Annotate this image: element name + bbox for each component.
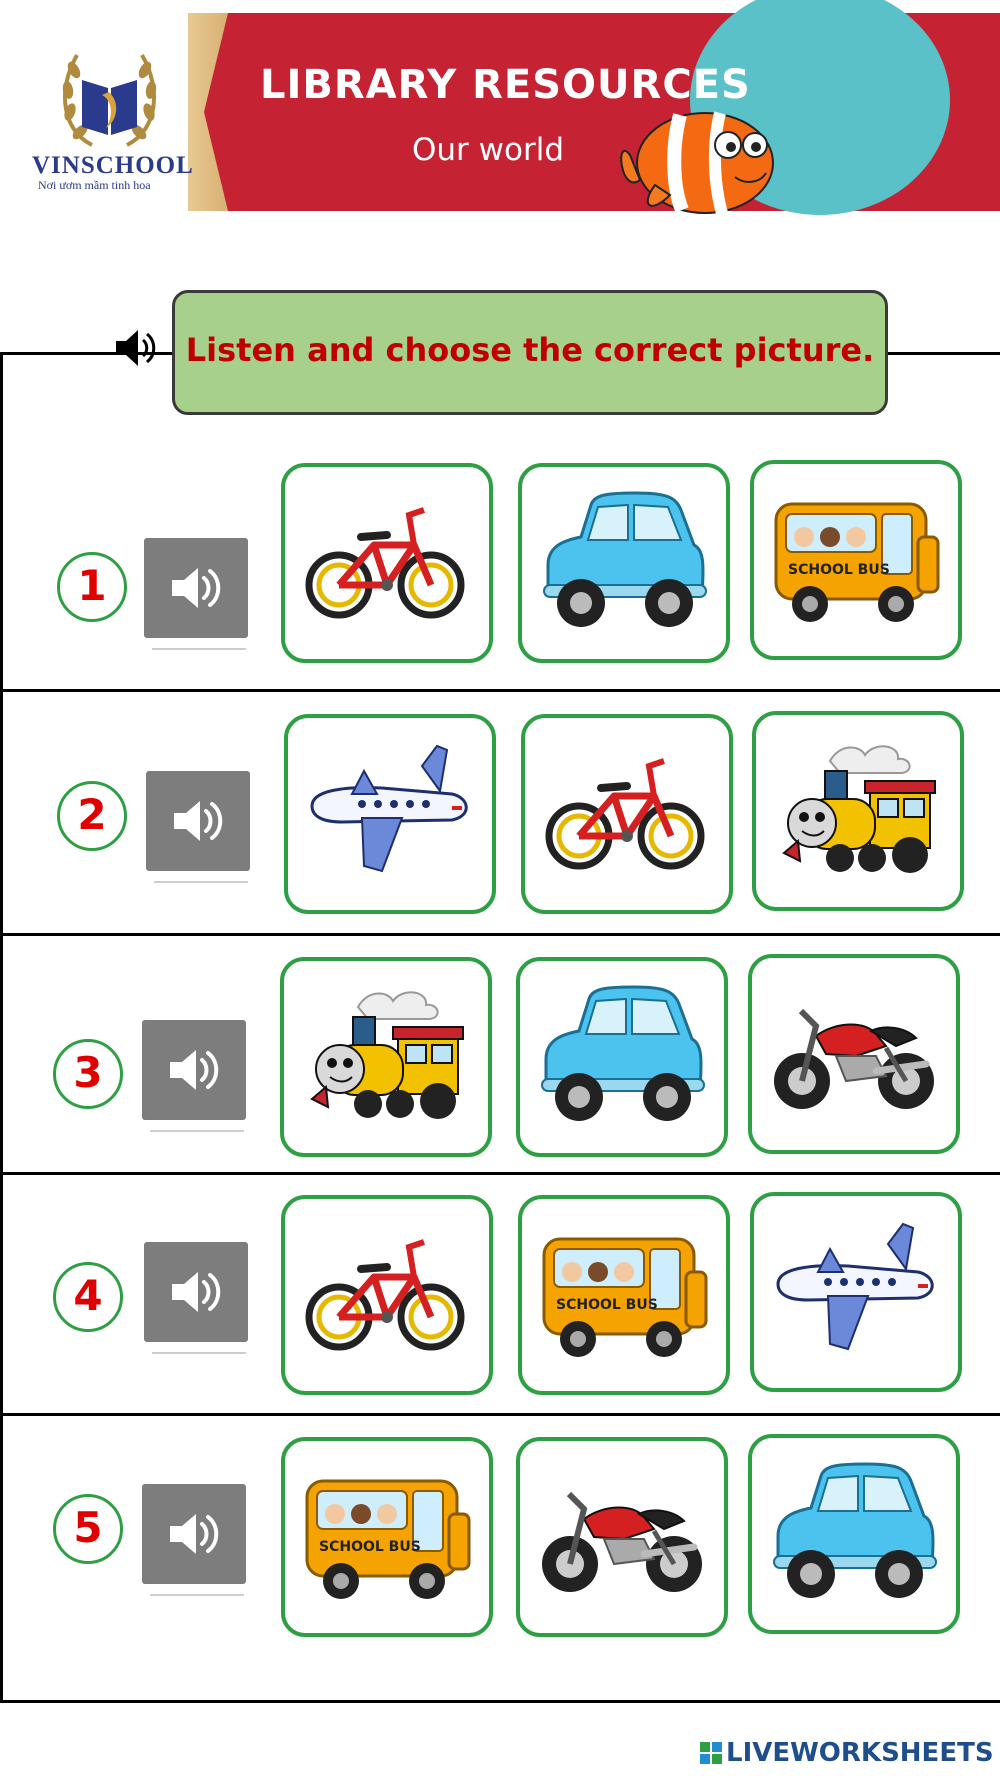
logo-text: VINSCHOOL [32, 152, 194, 179]
audio-button-underline [152, 648, 246, 650]
footer-brand: LIVEWORKSHEETS [726, 1738, 994, 1768]
row-divider [0, 1172, 1000, 1175]
answer-option-motorbike[interactable] [748, 954, 960, 1154]
answer-option-car[interactable] [516, 957, 728, 1157]
answer-option-airplane[interactable] [750, 1192, 962, 1392]
audio-button-underline [152, 1352, 246, 1354]
answer-option-bicycle[interactable] [281, 1195, 493, 1395]
row-divider [0, 1413, 1000, 1416]
audio-button-underline [150, 1130, 244, 1132]
play-audio-button[interactable] [146, 771, 250, 871]
audio-button-underline [150, 1594, 244, 1596]
row-divider [0, 1700, 1000, 1703]
answer-option-school-bus[interactable]: SCHOOL BUS [518, 1195, 730, 1395]
question-number: 1 [57, 552, 127, 622]
play-audio-button[interactable] [144, 1242, 248, 1342]
row-divider [0, 933, 1000, 936]
instruction-text: Listen and choose the correct picture. [185, 331, 875, 369]
answer-option-train[interactable] [280, 957, 492, 1157]
svg-text:SCHOOL BUS: SCHOOL BUS [319, 1539, 421, 1555]
page-subtitle: Our world [412, 132, 565, 168]
instruction-box: Listen and choose the correct picture. [172, 290, 888, 415]
svg-text:SCHOOL BUS: SCHOOL BUS [788, 562, 890, 578]
answer-option-motorbike[interactable] [516, 1437, 728, 1637]
answer-option-car[interactable] [748, 1434, 960, 1634]
liveworksheets-logo-icon [700, 1742, 722, 1764]
play-audio-button[interactable] [142, 1020, 246, 1120]
play-audio-button[interactable] [144, 538, 248, 638]
logo-tagline: Nơi ươm mầm tinh hoa [38, 178, 151, 192]
question-number: 3 [53, 1039, 123, 1109]
divider-line [888, 352, 1000, 355]
row-divider [0, 689, 1000, 692]
question-number: 4 [53, 1262, 123, 1332]
audio-button-underline [154, 881, 248, 883]
frame-left [0, 352, 3, 1702]
answer-option-school-bus[interactable]: SCHOOL BUS [281, 1437, 493, 1637]
answer-option-bicycle[interactable] [521, 714, 733, 914]
answer-option-airplane[interactable] [284, 714, 496, 914]
play-audio-button[interactable] [142, 1484, 246, 1584]
clownfish-icon [610, 85, 780, 225]
svg-text:SCHOOL BUS: SCHOOL BUS [556, 1297, 658, 1313]
question-number: 5 [53, 1494, 123, 1564]
answer-option-car[interactable] [518, 463, 730, 663]
answer-option-school-bus[interactable]: SCHOOL BUS [750, 460, 962, 660]
speaker-icon[interactable] [112, 325, 158, 371]
answer-option-bicycle[interactable] [281, 463, 493, 663]
answer-option-train[interactable] [752, 711, 964, 911]
question-number: 2 [57, 781, 127, 851]
